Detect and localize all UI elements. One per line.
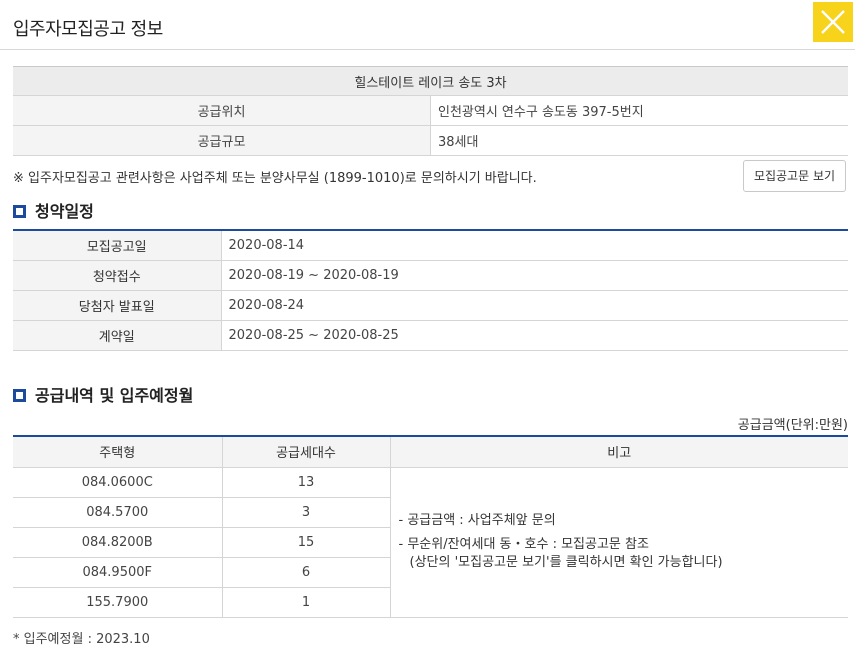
info-label-location: 공급위치 bbox=[13, 95, 431, 126]
schedule-value: 2020-08-24 bbox=[221, 290, 848, 321]
inquiry-notice: ※ 입주자모집공고 관련사항은 사업주체 또는 분양사무실 (1899-1010… bbox=[13, 171, 537, 186]
info-label-scale: 공급규모 bbox=[13, 125, 431, 156]
supply-table: 주택형 공급세대수 비고 084.0600C 13 - 공급금액 : 사업주체앞… bbox=[13, 435, 848, 618]
info-value-location: 인천광역시 연수구 송도동 397-5번지 bbox=[430, 95, 848, 126]
unit-count-cell: 6 bbox=[222, 557, 391, 588]
close-button[interactable] bbox=[813, 2, 853, 42]
view-notice-button[interactable]: 모집공고문 보기 bbox=[743, 160, 846, 192]
header-housing-type: 주택형 bbox=[13, 436, 223, 468]
table-row: 084.0600C 13 - 공급금액 : 사업주체앞 문의 - 무순위/잔여세… bbox=[13, 467, 848, 618]
schedule-label: 당첨자 발표일 bbox=[13, 290, 222, 321]
unit-count-cell: 3 bbox=[222, 497, 391, 528]
complex-info-table: 힐스테이트 레이크 송도 3차 공급위치 인천광역시 연수구 송도동 397-5… bbox=[13, 66, 848, 156]
schedule-label: 청약접수 bbox=[13, 260, 222, 291]
complex-name: 힐스테이트 레이크 송도 3차 bbox=[13, 66, 848, 96]
housing-type-cell: 084.5700 bbox=[13, 497, 223, 528]
popup-title: 입주자모집공고 정보 bbox=[13, 19, 163, 40]
remarks-cell: - 공급금액 : 사업주체앞 문의 - 무순위/잔여세대 동・호수 : 모집공고… bbox=[390, 467, 848, 618]
housing-type-cell: 084.8200B bbox=[13, 527, 223, 558]
popup-header: 입주자모집공고 정보 bbox=[0, 0, 855, 50]
price-unit-label: 공급금액(단위:만원) bbox=[737, 418, 848, 433]
schedule-section-title: 청약일정 bbox=[13, 198, 94, 222]
info-value-scale: 38세대 bbox=[430, 125, 848, 156]
remark-hint: (상단의 '모집공고문 보기'를 클릭하시면 확인 가능합니다) bbox=[409, 555, 723, 570]
schedule-value: 2020-08-14 bbox=[221, 230, 848, 261]
unit-count-cell: 1 bbox=[222, 587, 391, 618]
schedule-value: 2020-08-25 ~ 2020-08-25 bbox=[221, 320, 848, 351]
move-in-month: * 입주예정월 : 2023.10 bbox=[13, 632, 150, 647]
schedule-label: 계약일 bbox=[13, 320, 222, 351]
schedule-label: 모집공고일 bbox=[13, 230, 222, 261]
close-icon bbox=[821, 10, 845, 34]
schedule-table: 모집공고일 2020-08-14 청약접수 2020-08-19 ~ 2020-… bbox=[13, 229, 848, 351]
header-unit-count: 공급세대수 bbox=[222, 436, 391, 468]
housing-type-cell: 084.9500F bbox=[13, 557, 223, 588]
header-remarks: 비고 bbox=[390, 436, 848, 468]
square-bullet-icon bbox=[13, 205, 26, 218]
schedule-value: 2020-08-19 ~ 2020-08-19 bbox=[221, 260, 848, 291]
unit-count-cell: 13 bbox=[222, 467, 391, 498]
supply-title-text: 공급내역 및 입주예정월 bbox=[35, 386, 194, 405]
remark-unassigned: - 무순위/잔여세대 동・호수 : 모집공고문 참조 bbox=[398, 537, 649, 552]
remark-price: - 공급금액 : 사업주체앞 문의 bbox=[398, 513, 556, 528]
supply-section-title: 공급내역 및 입주예정월 bbox=[13, 382, 193, 406]
square-bullet-icon bbox=[13, 389, 26, 402]
schedule-title-text: 청약일정 bbox=[35, 202, 94, 221]
unit-count-cell: 15 bbox=[222, 527, 391, 558]
housing-type-cell: 155.7900 bbox=[13, 587, 223, 618]
housing-type-cell: 084.0600C bbox=[13, 467, 223, 498]
